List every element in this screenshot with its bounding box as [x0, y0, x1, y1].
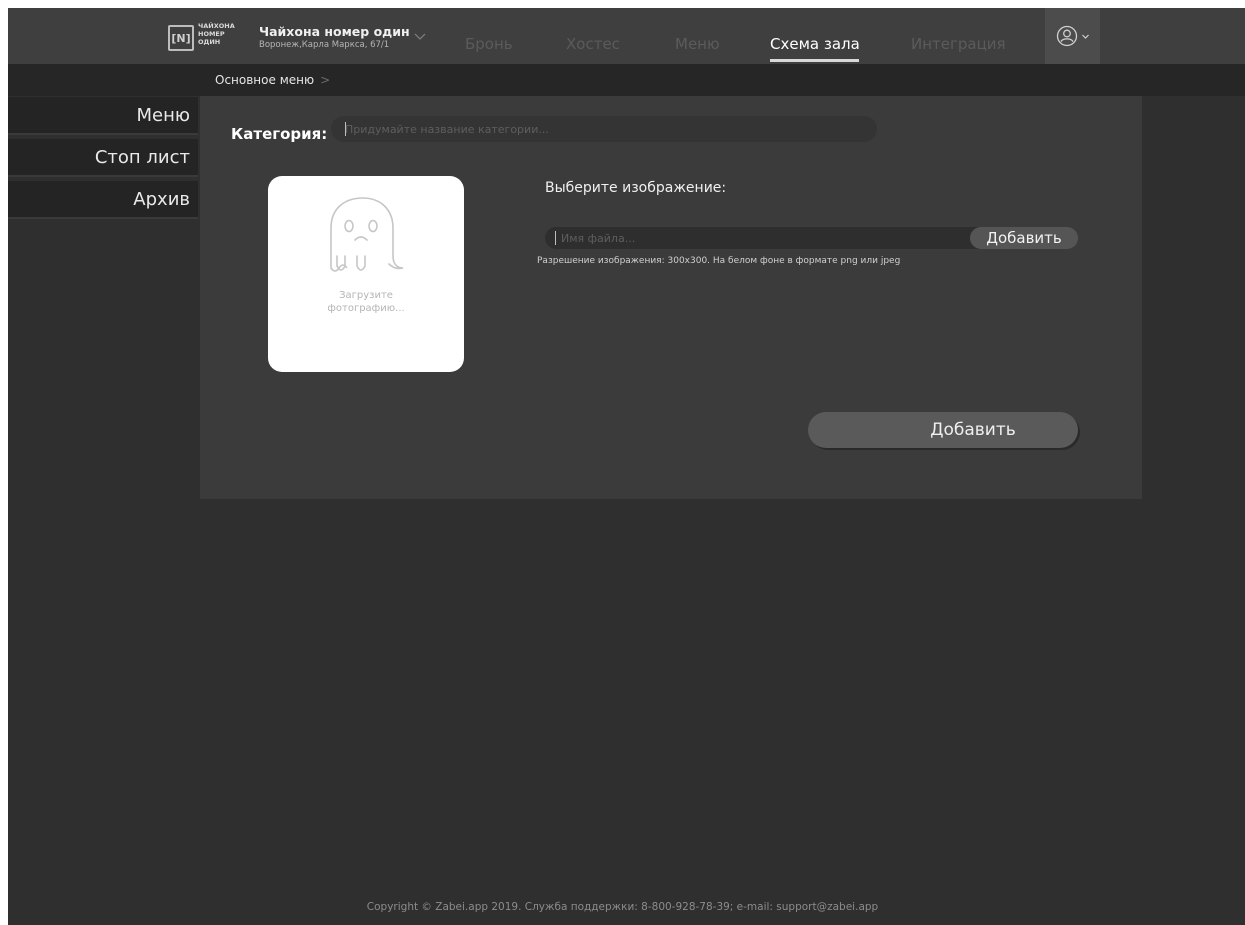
nav-tab-hall-scheme[interactable]: Схема зала [770, 35, 860, 53]
breadcrumb-bar: Основное меню > [8, 64, 1245, 96]
chevron-down-icon [1081, 34, 1089, 39]
photo-placeholder-text: Загрузите фотографию... [268, 289, 464, 315]
sidebar-item-stop-list[interactable]: Стоп лист [8, 139, 198, 177]
breadcrumb-separator: > [320, 73, 331, 87]
footer-copyright: Copyright © Zabei.app 2019. Служба подде… [366, 901, 879, 913]
active-tab-indicator [770, 59, 859, 62]
breadcrumb-item-main-menu[interactable]: Основное меню [215, 73, 314, 87]
logo-word-3: ОДИН [198, 38, 221, 46]
image-resolution-hint: Разрешение изображения: 300x300. На бело… [537, 256, 901, 266]
nav-tab-booking[interactable]: Бронь [465, 35, 513, 53]
file-name-input[interactable] [545, 227, 990, 249]
sidebar-item-menu[interactable]: Меню [8, 97, 198, 135]
text-caret [345, 122, 346, 136]
choose-image-label: Выберите изображение: [545, 180, 727, 196]
photo-placeholder-line: Загрузите [339, 290, 393, 301]
app-window: [N] ЧАЙХОНА НОМЕР ОДИН Чайхона номер оди… [8, 8, 1245, 925]
top-header: [N] ЧАЙХОНА НОМЕР ОДИН Чайхона номер оди… [8, 8, 1245, 64]
category-form-panel: Категория: Загрузите фотографию... Выбер… [200, 96, 1142, 499]
logo-mark: [N] [168, 25, 194, 51]
nav-tab-hostess[interactable]: Хостес [566, 35, 620, 53]
sidebar-item-label: Меню [136, 105, 190, 126]
add-file-button[interactable]: Добавить [970, 227, 1078, 249]
ghost-icon [330, 197, 404, 272]
logo-text: ЧАЙХОНА НОМЕР ОДИН [198, 22, 235, 46]
photo-placeholder-line: фотографию... [327, 303, 405, 314]
venue-address: Воронеж,Карла Маркса, 67/1 [259, 40, 390, 50]
logo-word-2: НОМЕР [198, 30, 225, 38]
sidebar-item-label: Стоп лист [94, 147, 190, 168]
category-name-input[interactable] [331, 116, 877, 142]
sidebar-item-archive[interactable]: Архив [8, 181, 198, 219]
nav-tab-integration[interactable]: Интеграция [911, 35, 1006, 53]
breadcrumb: Основное меню > [215, 73, 330, 87]
user-menu-button[interactable] [1045, 8, 1100, 64]
text-caret [555, 231, 556, 245]
logo-word-1: ЧАЙХОНА [198, 22, 235, 30]
photo-upload-area[interactable]: Загрузите фотографию... [268, 176, 464, 372]
submit-add-button[interactable]: Добавить [808, 412, 1078, 448]
venue-name[interactable]: Чайхона номер один [259, 24, 410, 39]
category-label: Категория: [231, 125, 328, 143]
nav-tab-menu[interactable]: Меню [675, 35, 720, 53]
user-circle-icon [1056, 25, 1077, 47]
chevron-down-icon[interactable] [412, 28, 428, 44]
sidebar-item-label: Архив [133, 189, 190, 210]
